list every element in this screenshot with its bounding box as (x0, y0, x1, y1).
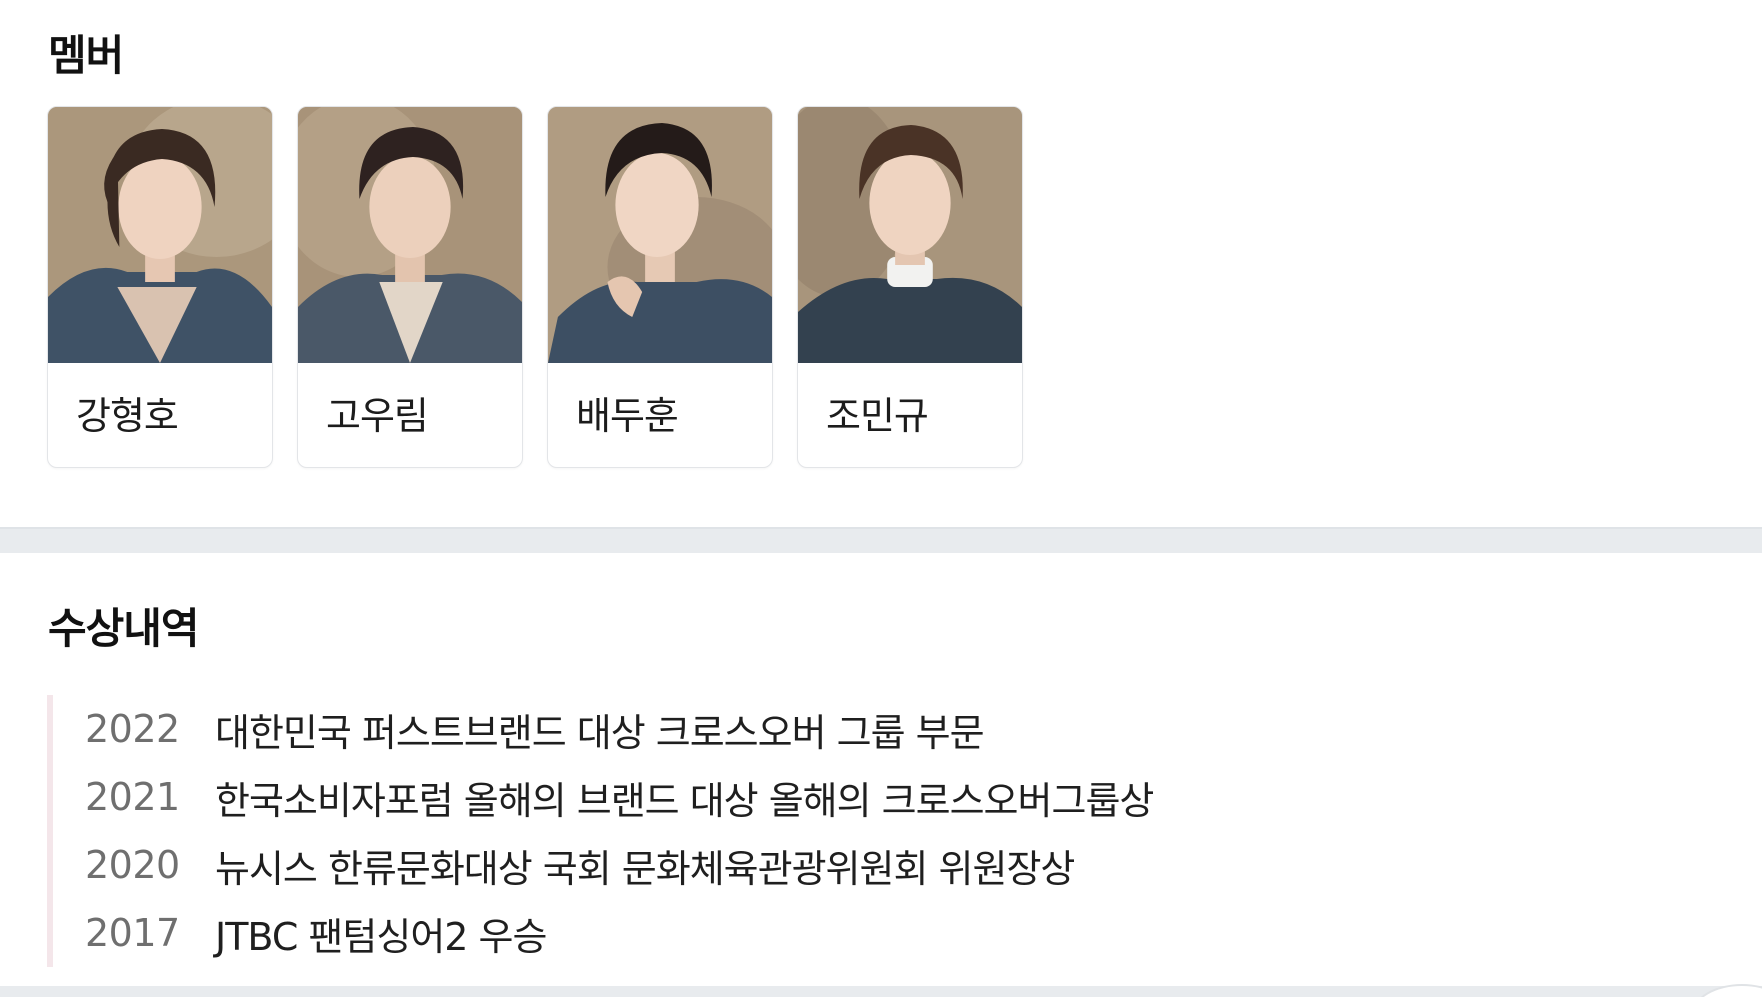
member-portrait-icon (48, 107, 272, 363)
bottom-divider (0, 986, 1762, 997)
member-photo (798, 107, 1022, 363)
award-title: JTBC 팬텀싱어2 우승 (215, 914, 547, 959)
member-name: 조민규 (826, 394, 929, 438)
award-year: 2022 (85, 707, 180, 751)
award-row: 2022 대한민국 퍼스트브랜드 대상 크로스오버 그룹 부문 (85, 695, 1153, 763)
section-divider (0, 527, 1762, 553)
page: 멤버 강형호 고우림 배두훈 조민규 수상내역 2022 대한민국 퍼스트브랜드… (0, 0, 1762, 997)
member-card[interactable]: 배두훈 (547, 106, 773, 468)
award-row: 2017 JTBC 팬텀싱어2 우승 (85, 899, 1153, 967)
award-timeline: 2022 대한민국 퍼스트브랜드 대상 크로스오버 그룹 부문 2021 한국소… (47, 695, 1154, 967)
member-photo (48, 107, 272, 363)
member-photo (548, 107, 772, 363)
award-row: 2020 뉴시스 한류문화대상 국회 문화체육관광위원회 위원장상 (85, 831, 1153, 899)
member-portrait-icon (548, 107, 772, 363)
member-name: 고우림 (326, 394, 429, 438)
awards-title: 수상내역 (48, 604, 200, 653)
award-title: 한국소비자포럼 올해의 브랜드 대상 올해의 크로스오버그룹상 (215, 778, 1154, 823)
member-photo (298, 107, 522, 363)
award-year: 2017 (85, 911, 180, 955)
member-portrait-icon (798, 107, 1022, 363)
member-card[interactable]: 강형호 (47, 106, 273, 468)
member-card[interactable]: 조민규 (797, 106, 1023, 468)
awards-section: 수상내역 2022 대한민국 퍼스트브랜드 대상 크로스오버 그룹 부문 202… (0, 553, 1762, 986)
award-title: 대한민국 퍼스트브랜드 대상 크로스오버 그룹 부문 (215, 710, 985, 755)
members-section: 멤버 강형호 고우림 배두훈 조민규 (0, 0, 1762, 527)
award-year: 2021 (85, 775, 180, 819)
award-year: 2020 (85, 843, 180, 887)
member-name: 배두훈 (576, 394, 679, 438)
members-title: 멤버 (48, 31, 124, 80)
member-name: 강형호 (76, 394, 179, 438)
award-title: 뉴시스 한류문화대상 국회 문화체육관광위원회 위원장상 (215, 846, 1075, 891)
member-card[interactable]: 고우림 (297, 106, 523, 468)
member-portrait-icon (298, 107, 522, 363)
member-list: 강형호 고우림 배두훈 조민규 (47, 106, 1023, 468)
award-row: 2021 한국소비자포럼 올해의 브랜드 대상 올해의 크로스오버그룹상 (85, 763, 1154, 831)
